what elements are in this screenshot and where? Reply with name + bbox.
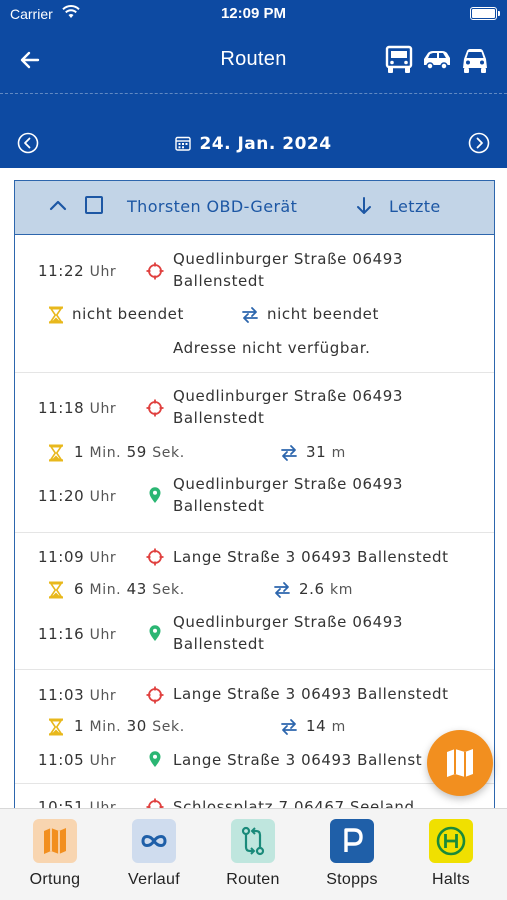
tab-halts[interactable]: Halts [406, 819, 496, 889]
start-marker-icon [146, 548, 164, 566]
chevron-up-icon[interactable] [47, 195, 69, 217]
tab-label: Routen [226, 871, 280, 888]
map-icon [447, 749, 473, 777]
infinity-icon [132, 819, 176, 863]
start-marker-icon [146, 262, 164, 280]
end-marker-icon [149, 487, 161, 503]
tab-stopps[interactable]: Stopps [307, 819, 397, 889]
route-item[interactable]: 11:03 Uhr Lange Straße 3 06493 Ballenste… [15, 670, 494, 784]
sort-label[interactable]: Letzte [389, 197, 441, 216]
tab-bar: Ortung Verlauf Routen Stopps Halts [0, 808, 507, 900]
end-address: Quedlinburger Straße 06493 Ballenstedt [173, 475, 404, 515]
distance: 31 m [306, 443, 346, 461]
end-time: 11:20 Uhr [38, 487, 117, 505]
route-list: Thorsten OBD-Gerät Letzte 11:22 Uhr Qued… [14, 180, 495, 820]
end-time: 11:16 Uhr [38, 625, 117, 643]
select-all-checkbox[interactable] [85, 196, 103, 214]
tab-label: Verlauf [128, 871, 180, 888]
status-bar: Carrier 12:09 PM [0, 0, 507, 30]
start-address: Quedlinburger Straße 06493 Ballenstedt [173, 387, 404, 427]
calendar-icon [175, 136, 192, 151]
vehicle-filter [383, 44, 491, 76]
device-name[interactable]: Thorsten OBD-Gerät [127, 197, 297, 216]
route-item[interactable]: 11:09 Uhr Lange Straße 3 06493 Ballenste… [15, 533, 494, 670]
start-address: Lange Straße 3 06493 Ballenstedt [173, 685, 449, 703]
start-address: Quedlinburger Straße 06493 Ballenstedt [173, 250, 404, 290]
end-address: Quedlinburger Straße 06493 Ballenstedt [173, 613, 404, 653]
app-header: Routen 24. Jan. 2024 [0, 30, 507, 168]
distance: 2.6 km [299, 580, 353, 598]
bus-stop-icon [429, 819, 473, 863]
list-header: Thorsten OBD-Gerät Letzte [15, 181, 494, 235]
distance-icon [242, 307, 258, 323]
arrow-down-icon[interactable] [355, 195, 373, 217]
end-time: 11:05 Uhr [38, 751, 117, 769]
date-selector[interactable]: 24. Jan. 2024 [0, 134, 507, 154]
tab-ortung[interactable]: Ortung [10, 819, 100, 889]
header-divider [0, 93, 507, 94]
duration: 1 Min. 59 Sek. [74, 443, 185, 461]
tab-verlauf[interactable]: Verlauf [109, 819, 199, 889]
map-view-button[interactable] [427, 730, 493, 796]
start-time: 11:03 Uhr [38, 686, 117, 704]
date-label: 24. Jan. 2024 [199, 134, 332, 154]
truck-icon[interactable] [383, 44, 415, 76]
distance-icon [281, 445, 297, 461]
parking-icon [330, 819, 374, 863]
car-icon[interactable] [421, 44, 453, 76]
start-time: 11:22 Uhr [38, 262, 117, 280]
tab-label: Halts [432, 871, 470, 888]
hourglass-icon [49, 718, 63, 736]
end-marker-icon [149, 751, 161, 767]
distance-icon [274, 582, 290, 598]
start-marker-icon [146, 686, 164, 704]
battery-icon [470, 7, 500, 20]
start-address: Lange Straße 3 06493 Ballenstedt [173, 548, 449, 566]
next-day-icon[interactable] [468, 132, 490, 154]
hourglass-icon [49, 306, 63, 324]
route-item[interactable]: 11:22 Uhr Quedlinburger Straße 06493 Ball… [15, 235, 494, 373]
tab-routen[interactable]: Routen [208, 819, 298, 889]
end-address: Adresse nicht verfügbar. [173, 339, 371, 357]
duration: 1 Min. 30 Sek. [74, 717, 185, 735]
clock: 12:09 PM [220, 5, 287, 22]
route-item[interactable]: 11:18 Uhr Quedlinburger Straße 06493 Ball… [15, 373, 494, 533]
distance: nicht beendet [267, 305, 379, 323]
distance-icon [281, 719, 297, 735]
end-marker-icon [149, 625, 161, 641]
hourglass-icon [49, 581, 63, 599]
tab-label: Ortung [29, 871, 81, 888]
hourglass-icon [49, 444, 63, 462]
tab-label: Stopps [326, 871, 378, 888]
duration: 6 Min. 43 Sek. [74, 580, 185, 598]
routes-screen: Carrier 12:09 PM Routen 24. Jan. 2024 Th… [0, 0, 507, 900]
start-marker-icon [146, 399, 164, 417]
distance: 14 m [306, 717, 346, 735]
start-time: 11:18 Uhr [38, 399, 117, 417]
start-time: 11:09 Uhr [38, 548, 117, 566]
map-icon [33, 819, 77, 863]
car-front-icon[interactable] [459, 44, 491, 76]
route-icon [231, 819, 275, 863]
duration: nicht beendet [72, 305, 184, 323]
